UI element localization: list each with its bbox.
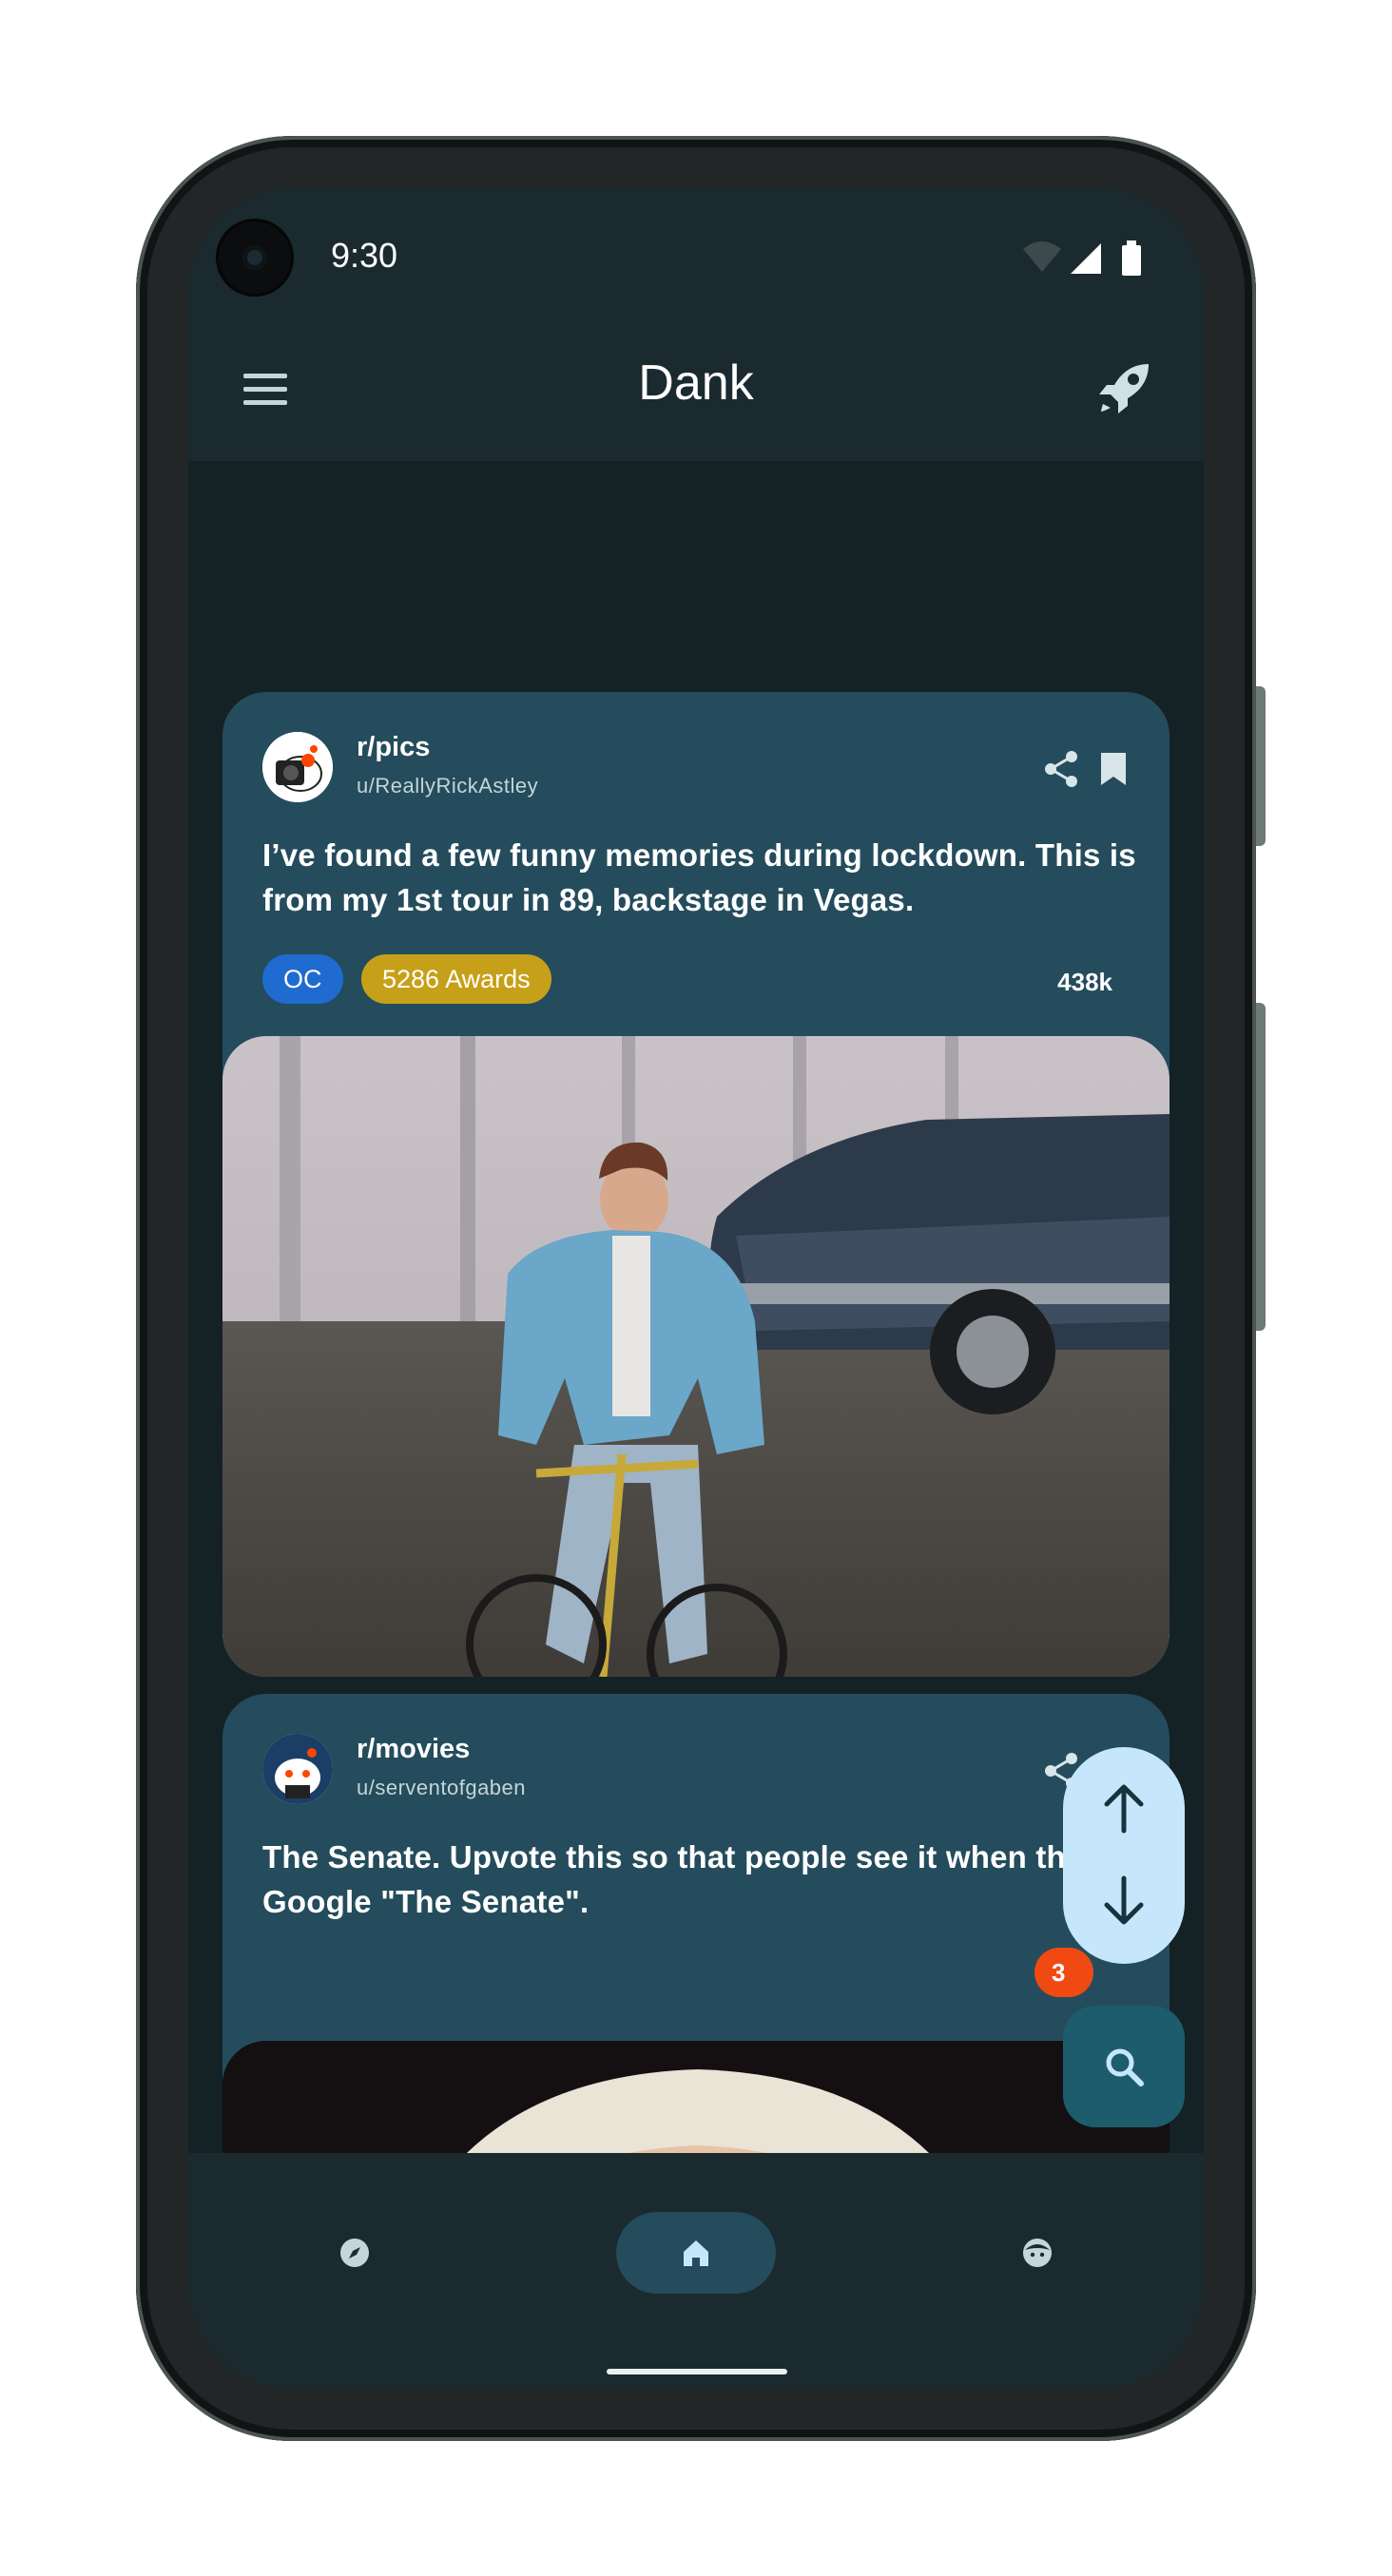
post-image[interactable] <box>222 1036 1170 1677</box>
post-title[interactable]: I’ve found a few funny memories during l… <box>262 833 1137 922</box>
signal-icon <box>1071 243 1101 274</box>
flair-badge: OC <box>262 954 343 1004</box>
post-card[interactable]: r/movies u/serventofgaben The Senate. Up… <box>222 1694 1170 2153</box>
status-bar: 9:30 <box>188 188 1204 317</box>
post-image[interactable] <box>222 2041 1170 2153</box>
status-time: 9:30 <box>331 236 398 275</box>
downvote-arrow-icon[interactable] <box>1095 1873 1152 1930</box>
post-card[interactable]: r/pics u/ReallyRickAstley I’ve found a f… <box>222 692 1170 1677</box>
gesture-bar[interactable] <box>607 2369 787 2374</box>
subreddit-avatar[interactable] <box>262 732 333 802</box>
subreddit-name[interactable]: r/movies <box>357 1734 470 1765</box>
nav-explore[interactable] <box>302 2212 407 2294</box>
post-feed[interactable]: r/pics u/ReallyRickAstley I’ve found a f… <box>188 461 1204 2153</box>
post-score-badge: 3 <box>1034 1948 1093 1997</box>
wifi-icon <box>1023 241 1061 272</box>
home-icon <box>684 2240 708 2266</box>
search-icon <box>1106 2048 1144 2086</box>
search-button[interactable] <box>1063 2006 1185 2127</box>
share-icon[interactable] <box>1042 749 1082 789</box>
status-icons <box>1023 240 1141 276</box>
bottom-navigation <box>188 2153 1204 2390</box>
subreddit-avatar[interactable] <box>262 1734 333 1804</box>
compass-icon <box>340 2239 369 2267</box>
awards-badge[interactable]: 5286 Awards <box>361 954 551 1004</box>
screen: 9:30 Dank r/pics u/ReallyRickAstley I’ve… <box>188 188 1204 2390</box>
vote-fab <box>1063 1747 1185 1964</box>
bookmark-filled-icon[interactable] <box>1093 749 1133 789</box>
nav-home[interactable] <box>616 2212 776 2294</box>
rocket-icon[interactable] <box>1093 358 1154 419</box>
nav-profile[interactable] <box>985 2212 1090 2294</box>
app-title: Dank <box>638 356 754 411</box>
upvote-arrow-icon[interactable] <box>1095 1779 1152 1836</box>
post-author[interactable]: u/serventofgaben <box>357 1776 526 1800</box>
power-button <box>1256 686 1266 846</box>
post-score: 438k <box>1057 968 1112 996</box>
top-app-bar: Dank <box>188 317 1204 461</box>
front-camera <box>219 221 291 294</box>
subreddit-name[interactable]: r/pics <box>357 732 430 763</box>
post-author[interactable]: u/ReallyRickAstley <box>357 774 538 798</box>
battery-icon <box>1122 245 1141 276</box>
post-title[interactable]: The Senate. Upvote this so that people s… <box>262 1835 1137 1924</box>
volume-button <box>1256 1003 1266 1331</box>
face-icon <box>1023 2239 1052 2267</box>
